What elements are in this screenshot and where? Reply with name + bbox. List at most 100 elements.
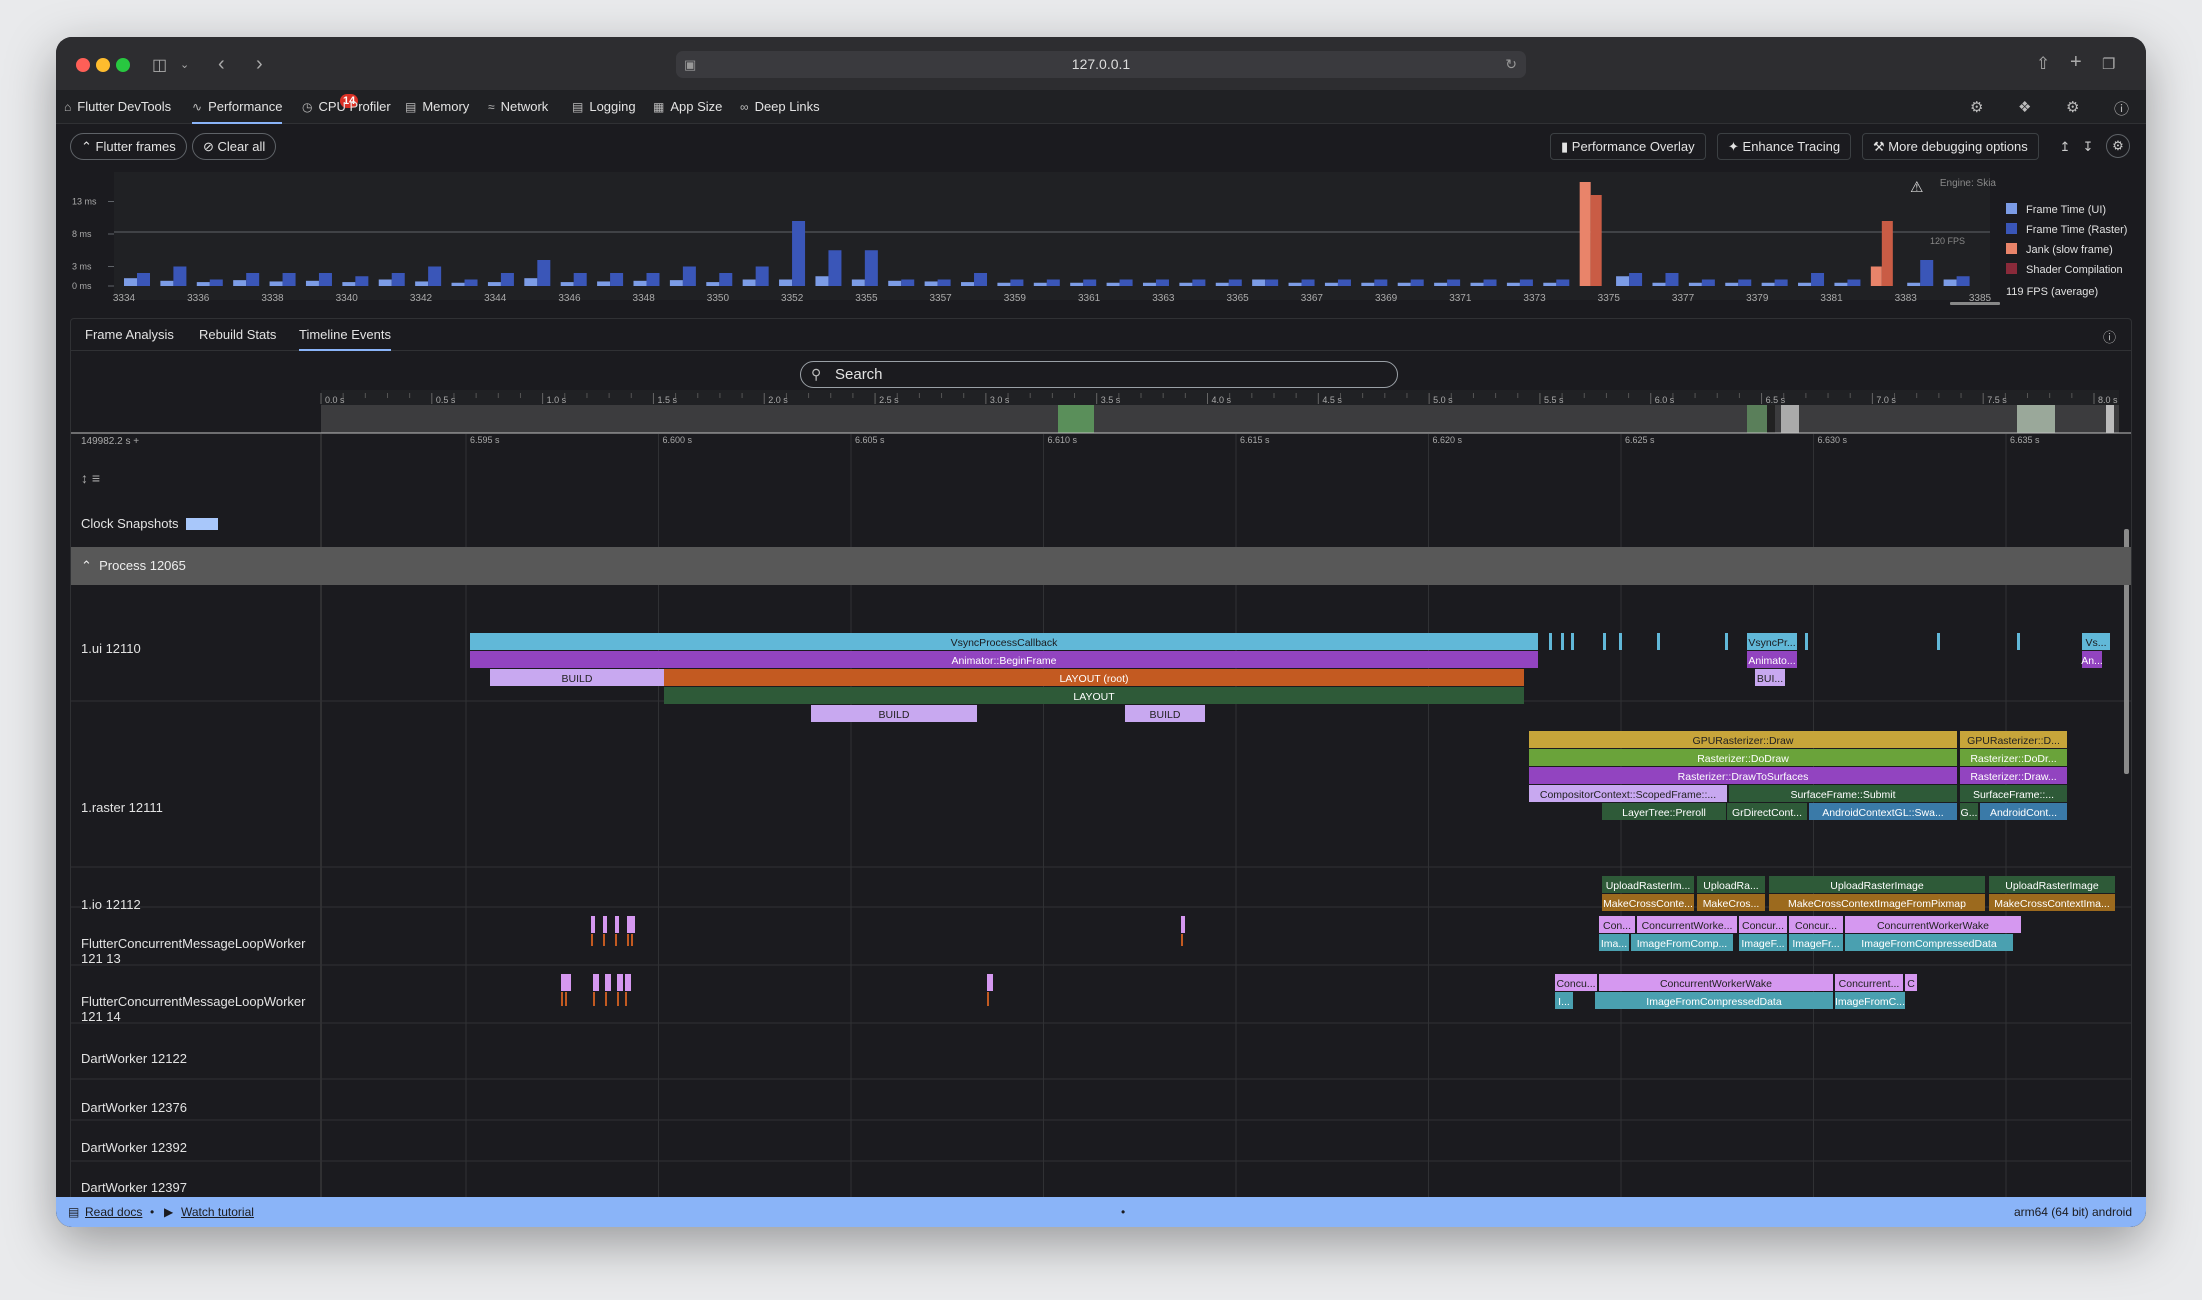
frame-ui-bar[interactable]: [1506, 282, 1520, 286]
warning-icon[interactable]: ⚠: [1910, 178, 1923, 196]
frame-raster-bar[interactable]: [1447, 279, 1461, 287]
zoom-window-button[interactable]: [116, 58, 130, 72]
trace-event[interactable]: [603, 916, 607, 933]
frame-raster-bar[interactable]: [828, 250, 842, 286]
frame-ui-bar[interactable]: [196, 282, 210, 286]
frame-raster-bar[interactable]: [246, 273, 260, 286]
frame-ui-bar[interactable]: [1397, 282, 1411, 286]
process-row[interactable]: ⌃ Process 12065: [71, 547, 2131, 585]
trace-event[interactable]: [591, 934, 593, 946]
frame-raster-bar[interactable]: [464, 279, 478, 287]
frame-raster-bar[interactable]: [173, 266, 187, 287]
trace-event[interactable]: [1181, 934, 1183, 946]
frame-raster-bar[interactable]: [137, 273, 150, 286]
trace-event[interactable]: [605, 992, 607, 1006]
trace-event[interactable]: [1937, 633, 1940, 650]
frame-raster-bar[interactable]: [864, 250, 878, 286]
frame-raster-bar[interactable]: [1119, 279, 1133, 287]
frame-ui-bar[interactable]: [1470, 282, 1484, 286]
bug-report-icon[interactable]: ⚙: [2066, 98, 2079, 116]
trace-event[interactable]: [603, 934, 605, 946]
timeline-tracks[interactable]: 0.0 s 0.5 s 1.0 s 1.5 s 2.0 s 2.5 s 3.0 s 3.5 s…: [71, 319, 2132, 1201]
frame-raster-bar[interactable]: [1046, 279, 1060, 287]
frame-ui-bar[interactable]: [815, 276, 829, 286]
frame-raster-bar[interactable]: [1192, 279, 1206, 287]
frame-raster-bar[interactable]: [1665, 273, 1679, 286]
performance-settings-icon[interactable]: ⚙: [2106, 134, 2130, 158]
frame-ui-bar[interactable]: [1798, 282, 1812, 286]
trace-event[interactable]: [561, 992, 563, 1006]
frame-ui-bar[interactable]: [997, 282, 1011, 286]
trace-event[interactable]: [615, 934, 617, 946]
nav-app-size[interactable]: ▦ App Size: [653, 90, 722, 124]
frame-raster-bar[interactable]: [573, 273, 587, 286]
forward-icon[interactable]: ›: [256, 53, 263, 76]
frame-raster-bar[interactable]: [974, 273, 988, 286]
frame-ui-bar[interactable]: [597, 281, 611, 286]
trace-event[interactable]: [627, 916, 631, 933]
minimize-window-button[interactable]: [96, 58, 110, 72]
trace-event[interactable]: [1561, 633, 1564, 650]
frame-ui-bar[interactable]: [1252, 279, 1266, 287]
site-info-icon[interactable]: ▣: [684, 51, 696, 78]
performance-overlay-button[interactable]: ▮ Performance Overlay: [1550, 133, 1706, 160]
frame-ui-bar[interactable]: [1070, 282, 1084, 286]
trace-event[interactable]: [1603, 633, 1606, 650]
frame-raster-bar[interactable]: [1410, 279, 1424, 287]
frame-raster-bar[interactable]: [1629, 273, 1643, 286]
frame-ui-bar[interactable]: [961, 282, 975, 286]
frame-ui-bar[interactable]: [888, 280, 902, 286]
frame-raster-bar[interactable]: [1590, 195, 1602, 286]
frame-raster-bar[interactable]: [282, 273, 296, 286]
frame-ui-bar[interactable]: [1761, 282, 1775, 286]
frame-raster-bar[interactable]: [682, 266, 696, 287]
watch-tutorial-link[interactable]: Watch tutorial: [181, 1197, 254, 1227]
flutter-frames-chart[interactable]: 13 ms8 ms3 ms0 ms120 FPSEngine: Skia⚠❚❚▶…: [70, 170, 2010, 305]
frame-ui-bar[interactable]: [487, 282, 501, 286]
frame-ui-bar[interactable]: [1142, 282, 1156, 286]
trace-event[interactable]: [1181, 916, 1185, 933]
frame-ui-bar[interactable]: [1361, 282, 1375, 286]
trace-event[interactable]: [625, 974, 631, 991]
frame-ui-bar[interactable]: [1870, 266, 1882, 287]
frame-raster-bar[interactable]: [391, 273, 405, 286]
nav-network[interactable]: ≈ Network: [488, 90, 548, 124]
close-window-button[interactable]: [76, 58, 90, 72]
frame-ui-bar[interactable]: [1652, 282, 1666, 286]
frame-raster-bar[interactable]: [1738, 279, 1752, 287]
clear-all-button[interactable]: ⊘ Clear all: [192, 133, 277, 160]
frame-ui-bar[interactable]: [742, 279, 756, 287]
frame-ui-bar[interactable]: [851, 279, 865, 287]
trace-event[interactable]: [617, 992, 619, 1006]
frame-raster-bar[interactable]: [1374, 279, 1388, 287]
download-icon[interactable]: ↧: [2077, 133, 2099, 160]
frame-raster-bar[interactable]: [1083, 279, 1097, 287]
nav-performance[interactable]: ∿ Performance: [192, 90, 283, 124]
frame-ui-bar[interactable]: [305, 280, 319, 286]
frame-raster-bar[interactable]: [1301, 279, 1315, 287]
frame-ui-bar[interactable]: [924, 281, 938, 286]
address-bar[interactable]: ▣ 127.0.0.1 ↻: [676, 51, 1526, 78]
frame-ui-bar[interactable]: [1288, 282, 1302, 286]
frame-ui-bar[interactable]: [269, 281, 283, 286]
trace-event[interactable]: [625, 992, 627, 1006]
settings-icon[interactable]: ⚙: [1970, 98, 1983, 116]
frame-ui-bar[interactable]: [342, 282, 356, 286]
frame-raster-bar[interactable]: [901, 279, 915, 287]
frame-raster-bar[interactable]: [1881, 221, 1893, 286]
frame-ui-bar[interactable]: [706, 282, 720, 286]
frame-ui-bar[interactable]: [1215, 282, 1229, 286]
trace-event[interactable]: [1657, 633, 1660, 650]
frame-raster-bar[interactable]: [209, 279, 223, 287]
trace-event[interactable]: [1619, 633, 1622, 650]
frame-ui-bar[interactable]: [451, 282, 465, 286]
frame-raster-bar[interactable]: [1010, 279, 1024, 287]
trace-event[interactable]: [627, 934, 629, 946]
frame-ui-bar[interactable]: [233, 280, 247, 286]
frame-raster-bar[interactable]: [1519, 279, 1533, 287]
extensions-icon[interactable]: ❖: [2018, 98, 2031, 116]
frame-raster-bar[interactable]: [1701, 279, 1715, 287]
frame-ui-bar[interactable]: [1033, 282, 1047, 286]
frame-ui-bar[interactable]: [524, 278, 538, 286]
frame-ui-bar[interactable]: [560, 282, 574, 286]
